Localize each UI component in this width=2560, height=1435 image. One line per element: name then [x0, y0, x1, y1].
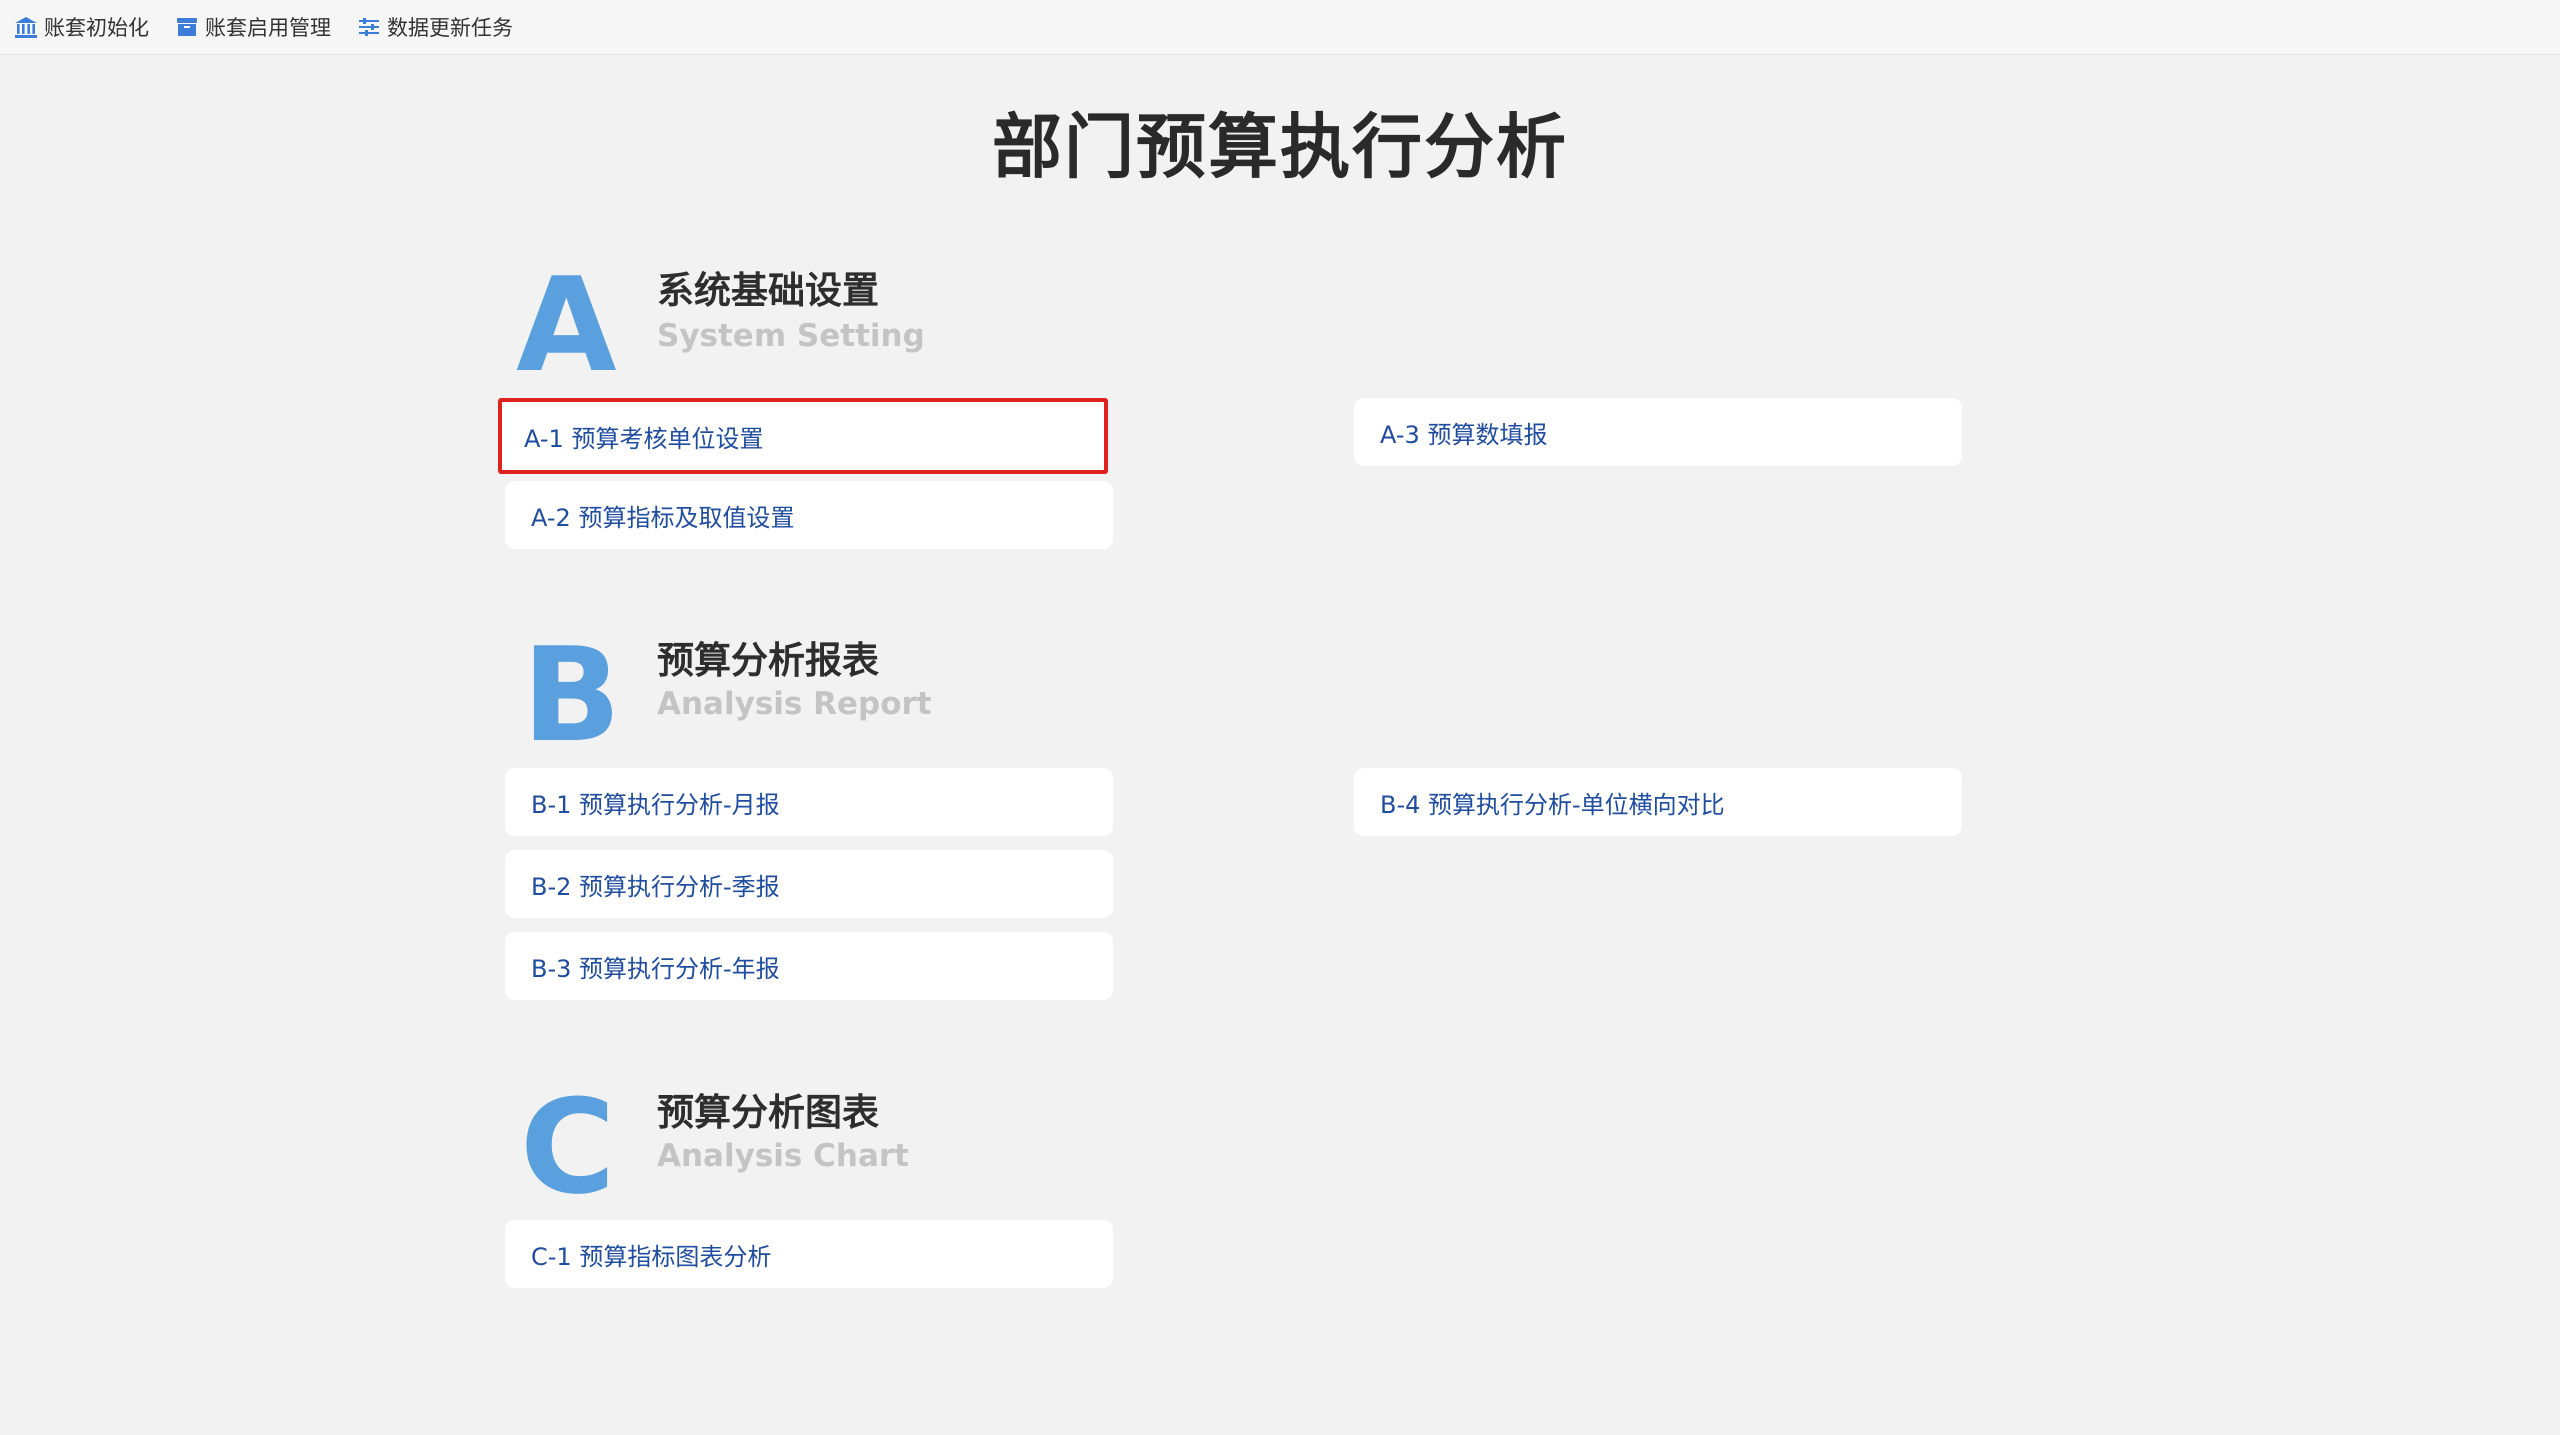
- archive-box-icon: [175, 15, 199, 39]
- bank-icon: [14, 15, 38, 39]
- sliders-icon: [357, 15, 381, 39]
- section-letter: C: [520, 1071, 616, 1223]
- menu-card-b3[interactable]: B-3 预算执行分析-年报: [505, 932, 1113, 1000]
- menu-card-label: C-1 预算指标图表分析: [531, 1242, 772, 1271]
- section-letter: A: [516, 249, 617, 401]
- menu-card-c1[interactable]: C-1 预算指标图表分析: [505, 1220, 1113, 1288]
- page-header: 部门预算执行分析: [0, 100, 2560, 195]
- toolbar-item-label: 账套启用管理: [205, 16, 331, 40]
- section-title: 预算分析图表: [657, 1091, 879, 1134]
- menu-card-a2[interactable]: A-2 预算指标及取值设置: [505, 481, 1113, 549]
- menu-card-label: A-1 预算考核单位设置: [524, 424, 764, 453]
- decorative-stripes-right: [1730, 128, 2250, 168]
- menu-card-a3[interactable]: A-3 预算数填报: [1354, 398, 1962, 466]
- menu-card-label: B-4 预算执行分析-单位横向对比: [1380, 790, 1725, 819]
- section-title: 预算分析报表: [657, 639, 879, 682]
- section-title: 系统基础设置: [657, 269, 879, 312]
- toolbar-item-label: 数据更新任务: [387, 16, 513, 40]
- toolbar-item-ledger-init[interactable]: 账套初始化: [14, 12, 149, 42]
- toolbar-item-data-update[interactable]: 数据更新任务: [357, 12, 513, 42]
- menu-card-b4[interactable]: B-4 预算执行分析-单位横向对比: [1354, 768, 1962, 836]
- section-subtitle: System Setting: [657, 318, 925, 354]
- menu-card-label: B-3 预算执行分析-年报: [531, 954, 780, 983]
- toolbar-item-ledger-enable[interactable]: 账套启用管理: [175, 12, 331, 42]
- menu-card-b1[interactable]: B-1 预算执行分析-月报: [505, 768, 1113, 836]
- section-letter: B: [522, 619, 622, 771]
- section-subtitle: Analysis Report: [657, 686, 932, 722]
- menu-card-label: A-2 预算指标及取值设置: [531, 503, 795, 532]
- menu-card-label: B-1 预算执行分析-月报: [531, 790, 780, 819]
- toolbar-item-label: 账套初始化: [44, 16, 149, 40]
- menu-card-label: A-3 预算数填报: [1380, 420, 1548, 449]
- top-toolbar: 账套初始化 账套启用管理 数据更新任务: [0, 0, 2560, 55]
- menu-card-label: B-2 预算执行分析-季报: [531, 872, 780, 901]
- section-subtitle: Analysis Chart: [657, 1138, 909, 1174]
- menu-card-a1[interactable]: A-1 预算考核单位设置: [498, 398, 1108, 474]
- menu-card-b2[interactable]: B-2 预算执行分析-季报: [505, 850, 1113, 918]
